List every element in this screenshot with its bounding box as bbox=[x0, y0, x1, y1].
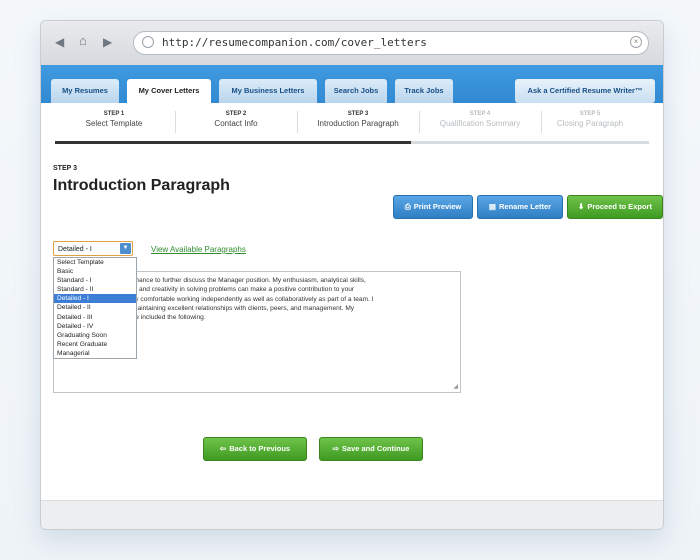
tab-search-jobs[interactable]: Search Jobs bbox=[325, 79, 387, 103]
step-3[interactable]: STEP 3 Introduction Paragraph bbox=[299, 111, 417, 128]
tab-my-cover-letters[interactable]: My Cover Letters bbox=[127, 79, 211, 105]
forward-arrow-icon: ⇨ bbox=[332, 444, 339, 453]
export-icon: ⬇ bbox=[578, 202, 585, 211]
tab-my-business-letters[interactable]: My Business Letters bbox=[219, 79, 317, 103]
paragraph-line: maintaining excellent relationships with… bbox=[132, 304, 355, 312]
page-title: Introduction Paragraph bbox=[53, 177, 230, 194]
dropdown-option[interactable]: Detailed - II bbox=[54, 303, 136, 312]
rename-letter-label: Rename Letter bbox=[498, 202, 552, 211]
back-button[interactable]: ⇦ Back to Previous bbox=[203, 437, 307, 461]
back-arrow-icon[interactable]: ◀ bbox=[55, 35, 64, 49]
template-select[interactable]: Detailed - I ▼ bbox=[53, 241, 133, 256]
paragraph-line: tly comfortable working independently as… bbox=[132, 295, 374, 303]
dropdown-option[interactable]: Select Template bbox=[54, 258, 136, 267]
paragraph-line: chance to further discuss the Manager po… bbox=[132, 277, 366, 284]
document-icon: ▤ bbox=[488, 202, 496, 211]
dropdown-option[interactable]: Detailed - IV bbox=[54, 322, 136, 331]
step-label: Select Template bbox=[85, 119, 143, 128]
printer-icon: ⎙ bbox=[404, 202, 411, 211]
step-2[interactable]: STEP 2 Contact Info bbox=[177, 111, 295, 128]
forward-arrow-icon[interactable]: ▶ bbox=[103, 35, 112, 49]
step-number: STEP 4 bbox=[469, 111, 491, 117]
save-continue-label: Save and Continue bbox=[341, 444, 410, 453]
paragraph-line: ve included the following. bbox=[132, 314, 206, 322]
dropdown-option[interactable]: Standard - II bbox=[54, 285, 136, 294]
window-footer bbox=[41, 500, 663, 529]
home-icon[interactable]: ⌂ bbox=[79, 33, 87, 48]
paragraph-line: s, and creativity in solving problems ca… bbox=[132, 286, 355, 294]
main-content: STEP 1 Select Template STEP 2 Contact In… bbox=[41, 103, 663, 501]
clear-x-icon[interactable]: × bbox=[630, 36, 642, 48]
dropdown-option[interactable]: Graduating Soon bbox=[54, 331, 136, 340]
url-text: http://resumecompanion.com/cover_letters bbox=[162, 36, 427, 49]
resize-handle-icon[interactable]: ◢ bbox=[453, 383, 458, 390]
print-preview-button[interactable]: ⎙ Print Preview bbox=[393, 195, 473, 219]
step-5[interactable]: STEP 5 Closing Paragraph bbox=[531, 111, 649, 128]
step-label: Closing Paragraph bbox=[556, 119, 624, 128]
dropdown-option[interactable]: Standard - I bbox=[54, 276, 136, 285]
proceed-export-label: Proceed to Export bbox=[587, 202, 652, 211]
step-number: STEP 2 bbox=[225, 111, 247, 117]
current-step-label: STEP 3 bbox=[53, 165, 77, 172]
proceed-export-button[interactable]: ⬇ Proceed to Export bbox=[567, 195, 663, 219]
browser-window: ◀ ⌂ ▶ http://resumecompanion.com/cover_l… bbox=[40, 20, 664, 530]
browser-toolbar: ◀ ⌂ ▶ http://resumecompanion.com/cover_l… bbox=[41, 21, 663, 66]
template-select-value: Detailed - I bbox=[58, 246, 92, 253]
step-number: STEP 1 bbox=[103, 111, 125, 117]
tab-my-resumes[interactable]: My Resumes bbox=[51, 79, 119, 103]
tab-track-jobs[interactable]: Track Jobs bbox=[395, 79, 453, 103]
globe-icon bbox=[142, 36, 154, 48]
view-paragraphs-link[interactable]: View Available Paragraphs bbox=[151, 245, 246, 254]
step-1[interactable]: STEP 1 Select Template bbox=[55, 111, 173, 128]
template-dropdown-list: Select Template Basic Standard - I Stand… bbox=[53, 257, 137, 360]
step-4[interactable]: STEP 4 Qualification Summary bbox=[421, 111, 539, 128]
step-number: STEP 3 bbox=[347, 111, 369, 117]
chevron-down-icon[interactable]: ▼ bbox=[120, 243, 131, 254]
step-label: Qualification Summary bbox=[439, 119, 521, 128]
address-bar[interactable]: http://resumecompanion.com/cover_letters… bbox=[133, 31, 649, 55]
save-continue-button[interactable]: ⇨ Save and Continue bbox=[319, 437, 423, 461]
back-arrow-icon: ⇦ bbox=[219, 444, 227, 453]
dropdown-option[interactable]: Basic bbox=[54, 267, 136, 276]
step-progress-bar bbox=[55, 141, 649, 144]
print-preview-label: Print Preview bbox=[413, 202, 462, 211]
step-indicator: STEP 1 Select Template STEP 2 Contact In… bbox=[55, 111, 649, 141]
back-button-label: Back to Previous bbox=[229, 444, 291, 453]
step-number: STEP 5 bbox=[579, 111, 601, 117]
dropdown-option[interactable]: Detailed - III bbox=[54, 313, 136, 322]
ask-writer-button[interactable]: Ask a Certified Resume Writer™ bbox=[515, 79, 655, 103]
step-label: Introduction Paragraph bbox=[317, 119, 399, 128]
step-progress-fill bbox=[55, 141, 412, 144]
step-label: Contact Info bbox=[214, 119, 258, 128]
dropdown-option[interactable]: Managerial bbox=[54, 349, 136, 358]
dropdown-option-selected[interactable]: Detailed - I bbox=[54, 294, 136, 304]
paragraph-text: chance to further discuss the Manager po… bbox=[132, 276, 454, 322]
rename-letter-button[interactable]: ▤ Rename Letter bbox=[477, 195, 563, 219]
dropdown-option[interactable]: Recent Graduate bbox=[54, 340, 136, 349]
